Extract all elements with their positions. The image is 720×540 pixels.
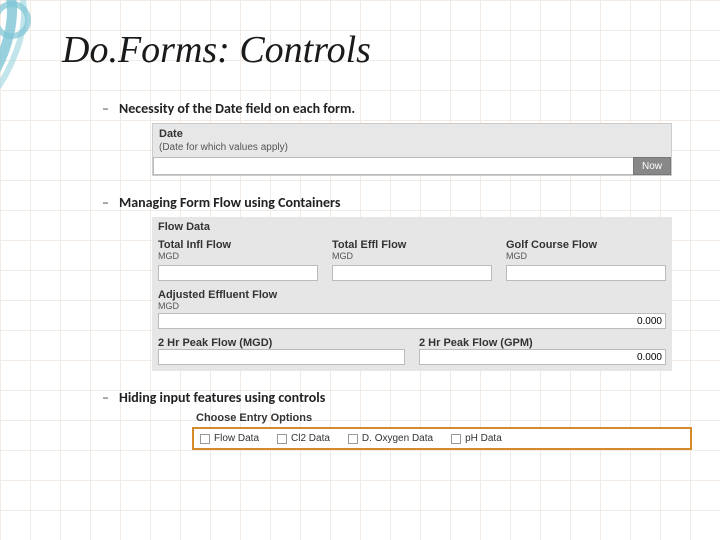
bullet-text: Necessity of the Date field on each form… xyxy=(119,100,355,117)
checkbox-icon[interactable] xyxy=(200,434,210,444)
bullet-hiding-controls: – Hiding input features using controls xyxy=(102,389,700,406)
col-label: Total Infl Flow xyxy=(158,239,318,251)
option-flow-data[interactable]: Flow Data xyxy=(200,433,259,444)
option-d-oxygen-data[interactable]: D. Oxygen Data xyxy=(348,433,433,444)
now-button[interactable]: Now xyxy=(633,157,671,175)
bullet-date-field: – Necessity of the Date field on each fo… xyxy=(102,100,700,117)
effl-flow-input[interactable] xyxy=(332,265,492,281)
adjusted-unit: MGD xyxy=(158,301,666,311)
bullet-dash-icon: – xyxy=(102,389,109,406)
peak-gpm-input[interactable] xyxy=(419,349,666,365)
slide-content: Do.Forms: Controls – Necessity of the Da… xyxy=(62,28,700,468)
option-label: D. Oxygen Data xyxy=(362,433,433,444)
peak-mgd-input[interactable] xyxy=(158,349,405,365)
option-cl2-data[interactable]: Cl2 Data xyxy=(277,433,330,444)
infl-flow-input[interactable] xyxy=(158,265,318,281)
bullet-dash-icon: – xyxy=(102,100,109,117)
slide-title: Do.Forms: Controls xyxy=(62,28,700,72)
adjusted-label: Adjusted Effluent Flow xyxy=(158,289,666,301)
date-label: Date xyxy=(153,124,671,142)
checkbox-icon[interactable] xyxy=(277,434,287,444)
bullet-text: Hiding input features using controls xyxy=(119,389,325,406)
figure-flow: Flow Data Total Infl Flow MGD Total Effl… xyxy=(152,217,700,371)
col-unit: MGD xyxy=(506,251,666,261)
bullet-dash-icon: – xyxy=(102,194,109,211)
figure-date: Date (Date for which values apply) Now xyxy=(152,123,700,176)
col-label: Total Effl Flow xyxy=(332,239,492,251)
col-unit: MGD xyxy=(332,251,492,261)
date-sublabel: (Date for which values apply) xyxy=(153,142,671,157)
checkbox-icon[interactable] xyxy=(348,434,358,444)
golf-flow-input[interactable] xyxy=(506,265,666,281)
flow-section-title: Flow Data xyxy=(158,221,666,233)
bullet-text: Managing Form Flow using Containers xyxy=(119,194,340,211)
option-label: Flow Data xyxy=(214,433,259,444)
adjusted-flow-input[interactable] xyxy=(158,313,666,329)
peak-mgd-label: 2 Hr Peak Flow (MGD) xyxy=(158,337,405,349)
choose-title: Choose Entry Options xyxy=(196,412,692,424)
figure-choose: Choose Entry Options Flow Data Cl2 Data … xyxy=(192,412,700,450)
option-label: Cl2 Data xyxy=(291,433,330,444)
peak-gpm-label: 2 Hr Peak Flow (GPM) xyxy=(419,337,666,349)
date-input[interactable] xyxy=(153,157,633,175)
option-ph-data[interactable]: pH Data xyxy=(451,433,502,444)
bullet-containers: – Managing Form Flow using Containers xyxy=(102,194,700,211)
col-unit: MGD xyxy=(158,251,318,261)
option-label: pH Data xyxy=(465,433,502,444)
choose-bar: Flow Data Cl2 Data D. Oxygen Data pH Dat… xyxy=(192,427,692,450)
col-label: Golf Course Flow xyxy=(506,239,666,251)
checkbox-icon[interactable] xyxy=(451,434,461,444)
